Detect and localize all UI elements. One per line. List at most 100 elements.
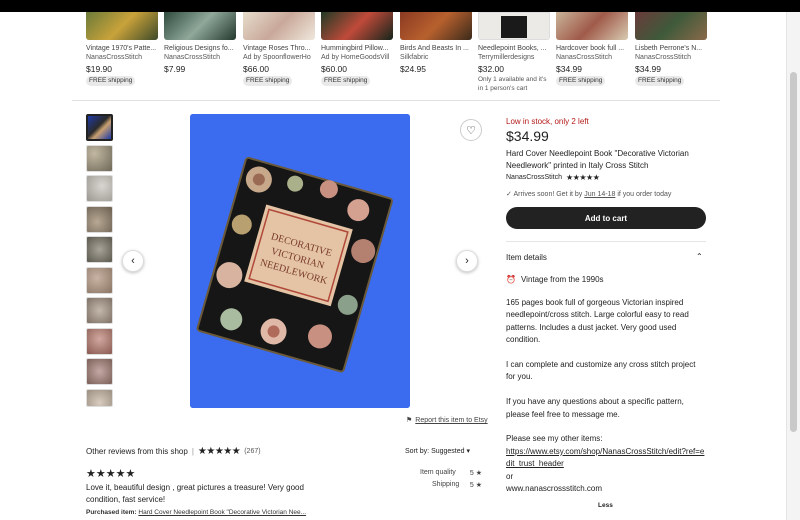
report-link[interactable]: ⚑ Report this item to Etsy [406, 416, 488, 424]
gallery-thumbnail[interactable] [86, 175, 113, 202]
stock-notice: Low in stock, only 2 left [506, 117, 589, 126]
gallery-thumbnail[interactable] [86, 297, 113, 324]
related-card[interactable]: Vintage 1970's Patte... NanasCrossStitch… [86, 12, 158, 86]
related-card[interactable]: Birds And Beasts In ... Silkfabric $24.9… [400, 12, 472, 75]
favorite-button[interactable]: ♡ [460, 119, 482, 141]
free-shipping-badge: FREE shipping [556, 76, 606, 86]
arrives-date[interactable]: Jun 14-18 [584, 191, 615, 198]
related-card[interactable]: Vintage Roses Thro... Ad by SpoonflowerH… [243, 12, 315, 86]
listing-title[interactable]: Religious Designs fo... [164, 44, 236, 53]
related-card[interactable]: Religious Designs fo... NanasCrossStitch… [164, 12, 236, 75]
sort-label[interactable]: Sort by: Suggested [405, 448, 465, 455]
listing-thumbnail[interactable] [556, 12, 628, 40]
listing-price: $32.00 [478, 64, 504, 74]
item-details-toggle[interactable]: Item details [506, 253, 547, 262]
caret-down-icon: ▾ [466, 448, 471, 455]
metric-label: Shipping [432, 481, 460, 488]
listing-seller: NanasCrossStitch [556, 54, 613, 61]
reviews-header: Other reviews from this shop | ★★★★★ (26… [86, 446, 261, 457]
vintage-info: ⏰ Vintage from the 1990s [506, 275, 604, 284]
gallery-thumbnail[interactable] [86, 205, 113, 233]
item-description: 165 pages book full of gorgeous Victoria… [506, 297, 706, 495]
free-shipping-badge: FREE shipping [243, 76, 293, 86]
description-paragraph: 165 pages book full of gorgeous Victoria… [506, 298, 689, 345]
delivery-estimate: ✓ Arrives soon! Get it by Jun 14-18 if y… [506, 190, 671, 198]
product-title: Hard Cover Needlepoint Book "Decorative … [506, 149, 689, 170]
listing-seller: NanasCrossStitch [86, 54, 143, 61]
review-stars: ★★★★★ [86, 468, 136, 480]
sort-dropdown[interactable]: Sort by: Suggested ▾ [405, 447, 470, 455]
previous-image-button[interactable]: ‹ [122, 250, 144, 272]
gallery-thumbnail[interactable] [86, 236, 113, 263]
listing-stock-note: Only 1 available and it's in 1 person's … [478, 76, 547, 92]
page-scrollbar[interactable] [786, 12, 800, 520]
review-text: Love it, beautiful design , great pictur… [86, 483, 304, 504]
related-card[interactable]: Needlepoint Books, ... Terrymillerdesign… [478, 12, 550, 93]
listing-title[interactable]: Vintage 1970's Patte... [86, 44, 158, 53]
metric-item-quality: Item quality 5 ★ [420, 469, 482, 477]
section-divider [506, 241, 706, 242]
related-card[interactable]: Hardcover book full ... NanasCrossStitch… [556, 12, 628, 86]
main-product-image[interactable]: DECORATIVE VICTORIAN NEEDLEWORK [190, 114, 410, 408]
gallery-thumbnail[interactable] [86, 358, 113, 385]
listing-thumbnail[interactable] [478, 12, 550, 40]
metric-label: Item quality [420, 469, 456, 476]
gallery-thumbnail[interactable] [86, 144, 113, 172]
listing-thumbnail[interactable] [635, 12, 707, 40]
reviews-title: Other reviews from this shop [86, 447, 188, 456]
gallery-thumbnails [86, 114, 114, 410]
listing-title[interactable]: Needlepoint Books, ... [478, 44, 550, 53]
listing-thumbnail[interactable] [321, 12, 393, 40]
listing-thumbnail[interactable] [164, 12, 236, 40]
gallery-thumbnail[interactable] [86, 114, 113, 141]
listing-price: $34.99 [556, 64, 582, 74]
listing-seller: NanasCrossStitch [635, 54, 692, 61]
add-to-cart-button[interactable]: Add to cart [506, 207, 706, 229]
shop-name-link[interactable]: NanasCrossStitch [506, 174, 562, 181]
metric-value: 5 ★ [469, 482, 482, 489]
listing-seller: Terrymillerdesigns [478, 54, 535, 61]
alarm-clock-icon: ⏰ [506, 275, 516, 284]
listing-thumbnail[interactable] [400, 12, 472, 40]
chevron-up-icon[interactable]: ⌃ [696, 252, 703, 261]
section-divider [72, 100, 720, 101]
report-label[interactable]: Report this item to Etsy [415, 417, 487, 424]
shop-edit-link[interactable]: https://www.etsy.com/shop/NanasCrossStit… [506, 446, 706, 471]
scrollbar-thumb[interactable] [790, 72, 797, 432]
or-text: or [506, 471, 514, 481]
purchased-item-link[interactable]: Hard Cover Needlepoint Book "Decorative … [138, 509, 306, 516]
listing-seller: Ad by SpoonflowerHo [243, 54, 311, 61]
next-image-button[interactable]: › [456, 250, 478, 272]
free-shipping-badge: FREE shipping [635, 76, 685, 86]
listing-seller: NanasCrossStitch [164, 54, 221, 61]
metric-value: 5 ★ [469, 470, 482, 477]
listing-title[interactable]: Hummingbird Pillow... [321, 44, 393, 53]
listing-price: $24.95 [400, 64, 426, 74]
listing-seller: Ad by HomeGoodsVill [321, 54, 390, 61]
description-paragraph: I can complete and customize any cross s… [506, 360, 696, 382]
listing-title[interactable]: Birds And Beasts In ... [400, 44, 472, 53]
purchased-item: Purchased item: Hard Cover Needlepoint B… [86, 509, 306, 516]
listing-title[interactable]: Lisbeth Perrone's N... [635, 44, 707, 53]
description-paragraph: If you have any questions about a specif… [506, 397, 684, 419]
gallery-thumbnail[interactable] [86, 327, 113, 355]
related-card[interactable]: Lisbeth Perrone's N... NanasCrossStitch … [635, 12, 707, 86]
shop-rating-stars: ★★★★★ [566, 173, 600, 182]
gallery-thumbnail[interactable] [86, 266, 113, 294]
gallery-thumbnail[interactable] [86, 388, 113, 407]
purchased-label: Purchased item: [86, 509, 137, 516]
check-icon: ✓ [506, 191, 512, 198]
less-button[interactable]: Less [598, 502, 613, 509]
listing-title[interactable]: Hardcover book full ... [556, 44, 628, 53]
vintage-text: Vintage from the 1990s [520, 275, 604, 284]
flag-icon: ⚑ [406, 417, 413, 424]
reviews-count: (267) [244, 448, 261, 455]
listing-price: $66.00 [243, 64, 269, 74]
arrives-suffix: if you order today [615, 191, 672, 198]
listing-thumbnail[interactable] [86, 12, 158, 40]
reviews-stars: ★★★★★ [197, 446, 241, 457]
listing-price: $34.99 [635, 64, 661, 74]
listing-thumbnail[interactable] [243, 12, 315, 40]
related-card[interactable]: Hummingbird Pillow... Ad by HomeGoodsVil… [321, 12, 393, 86]
listing-title[interactable]: Vintage Roses Thro... [243, 44, 315, 53]
